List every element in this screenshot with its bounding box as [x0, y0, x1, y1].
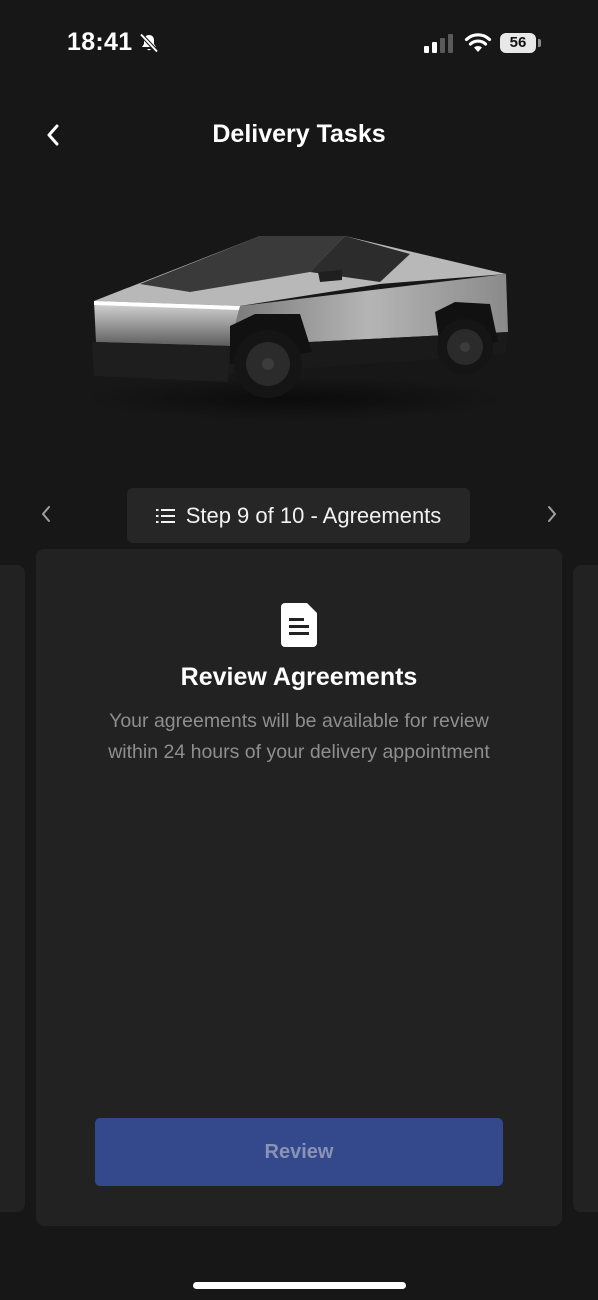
cellular-signal-icon — [424, 33, 454, 58]
chevron-right-icon — [548, 506, 556, 522]
previous-card-peek[interactable] — [0, 565, 25, 1212]
document-icon — [281, 603, 317, 652]
battery-tip — [538, 39, 541, 47]
list-icon — [155, 508, 175, 523]
wifi-icon — [464, 32, 492, 59]
card-title: Review Agreements — [180, 663, 418, 691]
task-card: Review Agreements Your agreements will b… — [36, 549, 562, 1226]
status-time: 18:41 — [67, 28, 133, 56]
next-card-peek[interactable] — [573, 565, 598, 1212]
battery-icon: 56 — [500, 33, 536, 53]
page-title: Delivery Tasks — [212, 120, 386, 148]
review-button[interactable]: Review — [95, 1118, 503, 1186]
step-label: Step 9 of 10 - Agreements — [185, 502, 442, 528]
card-description: Your agreements will be available for re… — [108, 710, 490, 763]
next-step-button[interactable] — [536, 497, 568, 531]
chevron-left-icon — [42, 506, 50, 522]
previous-step-button[interactable] — [30, 497, 62, 531]
step-selector[interactable]: Step 9 of 10 - Agreements — [127, 488, 470, 543]
status-bar: 18:41 56 — [0, 0, 598, 90]
vehicle-image — [80, 214, 520, 424]
home-indicator[interactable] — [193, 1282, 406, 1289]
bell-slash-icon — [138, 32, 160, 59]
